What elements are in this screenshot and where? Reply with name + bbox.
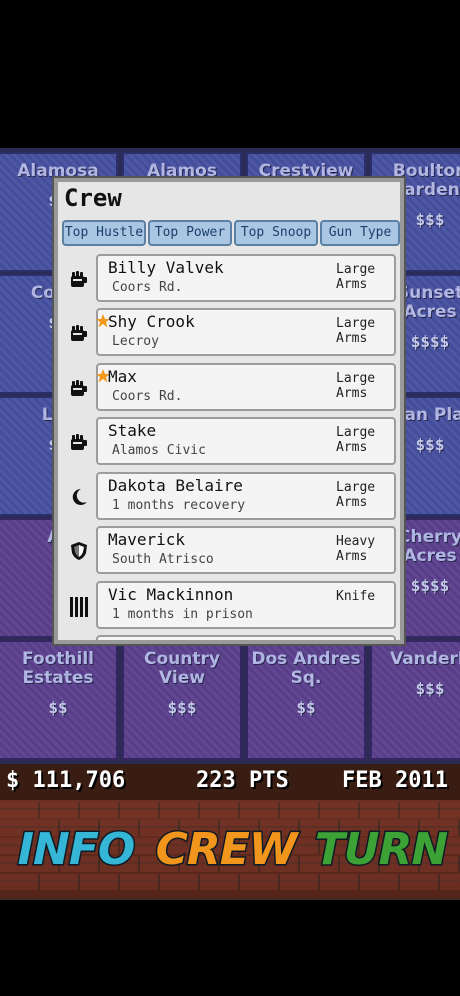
- tile-name: Dos Andres Sq.: [251, 649, 361, 688]
- crew-row[interactable]: Max Coors Rd. Large Arms: [71, 363, 396, 411]
- crew-location: Lecroy: [112, 334, 159, 349]
- crew-weapon: Large Arms: [336, 316, 376, 346]
- tile-price: $$$: [415, 679, 445, 698]
- shield-icon: [68, 540, 90, 562]
- crew-row[interactable]: Shy Crook Lecroy Large Arms: [71, 308, 396, 356]
- tile-name: Country View: [144, 649, 220, 688]
- sort-tab-gun-type[interactable]: Gun Type: [320, 220, 400, 246]
- tile-price: $$: [296, 698, 316, 717]
- crew-row[interactable]: Maverick South Atrisco Heavy Arms: [71, 526, 396, 574]
- crew-weapon: Heavy Arms: [336, 534, 376, 564]
- crew-name: Max: [108, 367, 137, 386]
- info-button[interactable]: INFO: [6, 810, 146, 890]
- crew-name: Shy Crook: [108, 312, 195, 331]
- info-button-label: INFO: [16, 823, 137, 877]
- crew-row[interactable]: Billy Valvek Coors Rd. Large Arms: [71, 254, 396, 302]
- map-tile[interactable]: Vanderb $$$: [370, 640, 460, 760]
- sort-tab-top-power[interactable]: Top Power: [148, 220, 232, 246]
- money-readout: $ 111,706: [6, 768, 126, 793]
- turn-button-label: TURN: [313, 823, 449, 877]
- sort-tab-top-hustle[interactable]: Top Hustle: [62, 220, 146, 246]
- moon-icon: [68, 486, 90, 508]
- crew-location: 1 months recovery: [112, 498, 246, 513]
- sort-tab-top-snoop[interactable]: Top Snoop: [234, 220, 318, 246]
- crew-weapon: Large Arms: [336, 262, 376, 292]
- panel-title: Crew: [64, 184, 122, 212]
- tile-price: $$$: [167, 698, 197, 717]
- crew-location: South Atrisco: [112, 552, 214, 567]
- prison-bars-icon: [68, 595, 90, 617]
- crew-panel: Crew Top Hustle Top Power Top Snoop Gun Typ…: [54, 178, 404, 644]
- crew-location: Coors Rd.: [112, 389, 183, 404]
- map-tile[interactable]: Country View $$$: [122, 640, 242, 760]
- crew-row[interactable]: Dakota Belaire 1 months recovery Large Arm…: [72, 472, 396, 520]
- tile-price: $$: [48, 698, 68, 717]
- date-readout: FEB 2011: [342, 768, 448, 793]
- crew-location: Alamos Civic: [112, 443, 206, 458]
- game-screen: Alamosa$$Alamos$$$Crestview$$$Boulton Ga…: [0, 0, 460, 996]
- sort-tabs: Top Hustle Top Power Top Snoop Gun Type: [60, 220, 400, 248]
- crew-name: Billy Valvek: [108, 258, 224, 277]
- crew-location: Coors Rd.: [112, 280, 183, 295]
- crew-button-label: CREW: [154, 823, 299, 877]
- crew-row[interactable]: Stake Alamos Civic Large Arms: [71, 417, 396, 465]
- map-tile[interactable]: Foothill Estates $$: [0, 640, 118, 760]
- crew-name: Vic Mackinnon: [108, 585, 234, 604]
- status-bar: $ 111,706 223 PTS FEB 2011: [0, 764, 460, 800]
- points-readout: 223 PTS: [196, 768, 289, 793]
- crew-weapon: Large Arms: [336, 371, 376, 401]
- fist-icon: [68, 322, 90, 344]
- crew-row[interactable]: [96, 635, 396, 640]
- map-tile[interactable]: Dos Andres Sq. $$: [246, 640, 366, 760]
- crew-weapon: Large Arms: [336, 480, 376, 510]
- turn-button[interactable]: TURN: [306, 810, 456, 890]
- crew-name: Maverick: [108, 530, 186, 549]
- crew-name: Stake: [108, 421, 157, 440]
- fist-icon: [68, 431, 90, 453]
- fist-icon: [68, 268, 90, 290]
- crew-location: 1 months in prison: [112, 607, 253, 622]
- brick-wall: INFO CREW TURN: [0, 800, 460, 900]
- crew-name: Dakota Belaire: [108, 476, 243, 495]
- fist-icon: [68, 377, 90, 399]
- tile-name: Vanderb: [389, 649, 460, 669]
- crew-weapon: Knife: [336, 589, 376, 604]
- crew-row[interactable]: Vic Mackinnon 1 months in prison Knife: [70, 581, 396, 629]
- crew-button[interactable]: CREW: [152, 810, 300, 890]
- tile-name: Foothill Estates: [22, 649, 94, 688]
- crew-weapon: Large Arms: [336, 425, 376, 455]
